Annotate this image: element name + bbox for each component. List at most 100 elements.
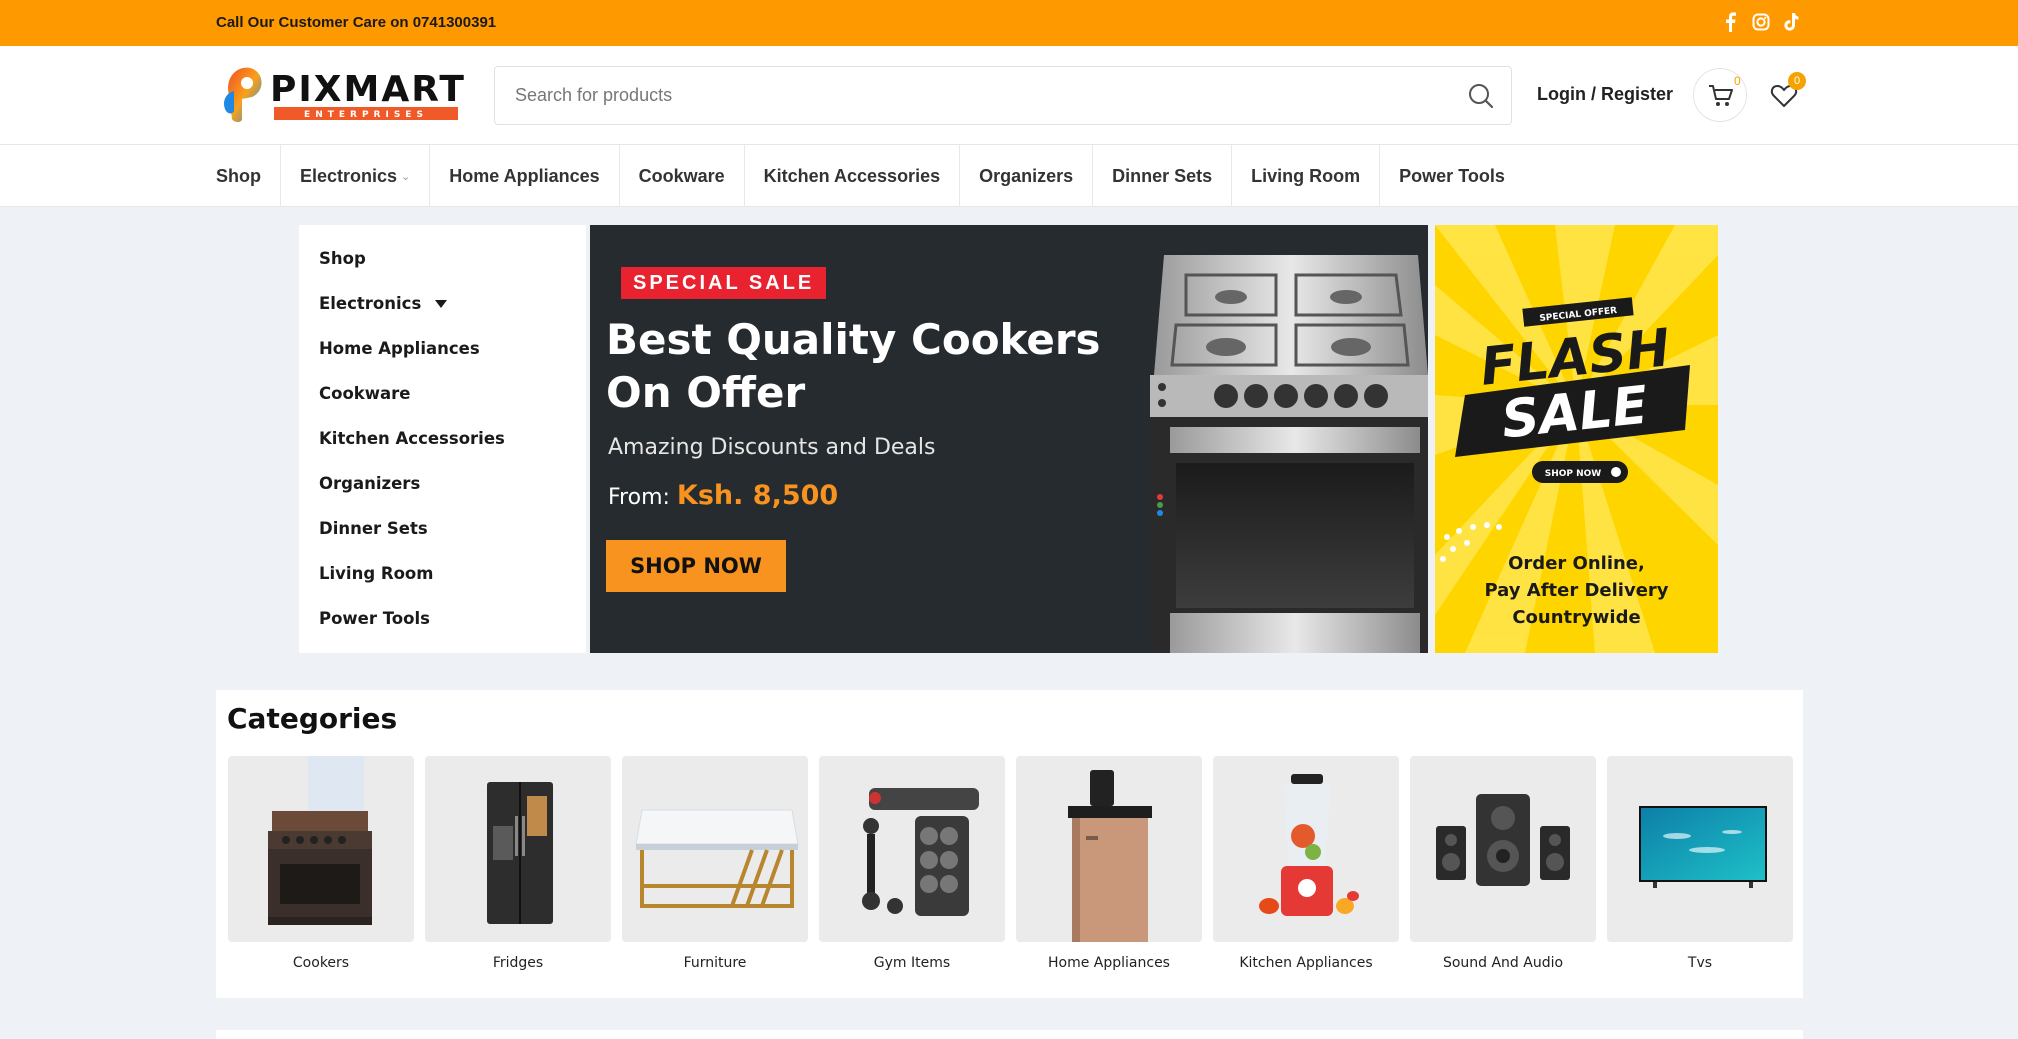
category-image [228, 756, 414, 942]
caret-down-icon [435, 299, 448, 308]
sidebar-item-label: Cookware [319, 384, 411, 403]
category-sidebar: Shop Electronics Home Appliances Cookwar… [299, 225, 586, 653]
nav-item-kitchen-accessories[interactable]: Kitchen Accessories [745, 145, 961, 207]
categories-title: Categories [227, 702, 398, 735]
category-image [622, 756, 808, 942]
cooker-image [1150, 255, 1428, 653]
hero-title-line-2: On Offer [606, 368, 806, 417]
hero-banner[interactable]: SPECIAL SALE Best Quality Cookers On Off… [590, 225, 1428, 653]
hero-title-line-1: Best Quality Cookers [606, 315, 1101, 364]
nav-item-dinner-sets[interactable]: Dinner Sets [1093, 145, 1233, 207]
facebook-icon[interactable] [1722, 11, 1740, 33]
sidebar-item-power-tools[interactable]: Power Tools [319, 609, 430, 628]
tiktok-icon[interactable] [1782, 11, 1800, 33]
category-label: Gym Items [873, 955, 951, 971]
nav-item-shop[interactable]: Shop [216, 145, 281, 207]
hero-price: From: Ksh. 8,500 [608, 480, 838, 511]
category-image [425, 756, 611, 942]
category-label: Home Appliances [1048, 955, 1170, 971]
category-card-furniture[interactable]: Furniture [622, 756, 808, 971]
search-icon[interactable] [1467, 82, 1495, 110]
sidebar-item-shop[interactable]: Shop [319, 249, 366, 268]
category-image [1607, 756, 1793, 942]
nav-item-label: Home Appliances [449, 165, 600, 186]
next-section-top [216, 1030, 1803, 1039]
sidebar-item-dinner-sets[interactable]: Dinner Sets [319, 519, 428, 538]
flash-delivery-text: Order Online, Pay After Delivery Country… [1435, 550, 1718, 631]
nav-item-label: Cookware [638, 165, 725, 186]
wishlist-count-badge: 0 [1788, 72, 1806, 90]
svg-text:ENTERPRISES: ENTERPRISES [304, 110, 428, 120]
cart-icon [1709, 85, 1733, 106]
nav-item-home-appliances[interactable]: Home Appliances [430, 145, 620, 207]
search-input[interactable] [515, 67, 1455, 124]
category-label: Furniture [683, 955, 747, 971]
nav-item-label: Living Room [1251, 165, 1361, 186]
sidebar-item-label: Power Tools [319, 609, 430, 628]
nav-item-label: Power Tools [1399, 165, 1505, 186]
sidebar-item-label: Organizers [319, 474, 421, 493]
nav-item-electronics[interactable]: Electronics ⌄ [281, 145, 431, 207]
nav-item-label: Shop [216, 165, 261, 186]
social-links [1722, 11, 1800, 33]
main-navigation: Shop Electronics ⌄ Home Appliances Cookwa… [0, 145, 2018, 207]
sidebar-item-kitchen-accessories[interactable]: Kitchen Accessories [319, 429, 505, 448]
sidebar-item-label: Living Room [319, 564, 434, 583]
category-label: Tvs [1687, 955, 1713, 971]
sidebar-item-organizers[interactable]: Organizers [319, 474, 420, 493]
sidebar-item-home-appliances[interactable]: Home Appliances [319, 339, 480, 358]
flash-line-3: Countrywide [1512, 607, 1641, 628]
nav-item-living-room[interactable]: Living Room [1232, 145, 1381, 207]
category-label: Fridges [492, 955, 544, 971]
site-header: PIXMART ENTERPRISES Login / Register 0 0 [0, 46, 2018, 145]
search-bar [494, 66, 1512, 125]
category-card-home-appliances[interactable]: Home Appliances [1016, 756, 1202, 971]
category-label: Kitchen Appliances [1239, 955, 1373, 971]
category-card-fridges[interactable]: Fridges [425, 756, 611, 971]
sidebar-item-electronics[interactable]: Electronics [319, 294, 448, 313]
hero-title: Best Quality Cookers On Offer [606, 313, 1126, 419]
category-image [1213, 756, 1399, 942]
price-value: Ksh. 8,500 [676, 480, 839, 511]
nav-item-cookware[interactable]: Cookware [620, 145, 745, 207]
sidebar-item-label: Home Appliances [319, 339, 480, 358]
sidebar-item-label: Kitchen Accessories [319, 429, 505, 448]
sidebar-item-living-room[interactable]: Living Room [319, 564, 433, 583]
flash-line-1: Order Online, [1508, 553, 1645, 574]
nav-item-power-tools[interactable]: Power Tools [1380, 145, 1524, 207]
category-label: Sound And Audio [1442, 955, 1564, 971]
special-sale-tag: SPECIAL SALE [621, 267, 827, 299]
flash-shop-now-text: SHOP NOW [1545, 469, 1602, 479]
nav-item-label: Organizers [979, 165, 1074, 186]
category-image [1410, 756, 1596, 942]
sidebar-item-label: Electronics [319, 294, 422, 313]
category-card-kitchen-appliances[interactable]: Kitchen Appliances [1213, 756, 1399, 971]
customer-care-text: Call Our Customer Care on 0741300391 [216, 14, 497, 31]
svg-text:PIXMART: PIXMART [270, 69, 464, 110]
category-card-tvs[interactable]: Tvs [1607, 756, 1793, 971]
price-prefix: From: [608, 485, 670, 510]
pixmart-logo[interactable]: PIXMART ENTERPRISES [220, 61, 464, 127]
nav-item-organizers[interactable]: Organizers [960, 145, 1094, 207]
hero-subtitle: Amazing Discounts and Deals [608, 435, 936, 460]
sidebar-item-cookware[interactable]: Cookware [319, 384, 410, 403]
sidebar-item-label: Dinner Sets [319, 519, 428, 538]
category-image [1016, 756, 1202, 942]
shop-now-button[interactable]: SHOP NOW [606, 540, 786, 592]
category-card-gym-items[interactable]: Gym Items [819, 756, 1005, 971]
instagram-icon[interactable] [1752, 11, 1770, 33]
category-card-cookers[interactable]: Cookers [228, 756, 414, 971]
category-label: Cookers [292, 955, 350, 971]
flash-line-2: Pay After Delivery [1484, 580, 1669, 601]
wishlist-button[interactable]: 0 [1770, 72, 1810, 118]
nav-item-label: Dinner Sets [1112, 165, 1213, 186]
categories-section: Categories Cookers Fridges Furniture Gym… [216, 690, 1803, 998]
nav-item-label: Electronics [300, 165, 398, 186]
category-image [819, 756, 1005, 942]
sidebar-item-label: Shop [319, 249, 366, 268]
login-register-link[interactable]: Login / Register [1537, 84, 1673, 105]
cart-button[interactable]: 0 [1693, 68, 1747, 122]
category-card-sound-and-audio[interactable]: Sound And Audio [1410, 756, 1596, 971]
top-bar: Call Our Customer Care on 0741300391 [0, 0, 2018, 46]
flash-sale-banner[interactable]: SPECIAL OFFER FLASH SALE SHOP NOW Order … [1435, 225, 1718, 653]
